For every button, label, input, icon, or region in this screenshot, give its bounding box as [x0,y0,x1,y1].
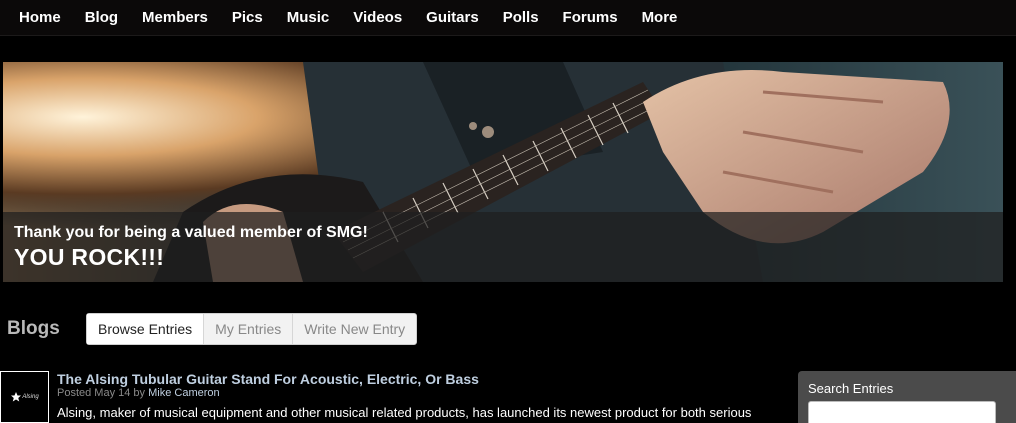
nav-forums[interactable]: Forums [563,0,618,36]
banner-caption: Thank you for being a valued member of S… [3,212,1003,282]
entry-thumbnail[interactable]: Alsing [0,371,49,423]
star-logo-icon [11,392,22,402]
entry-posted-text: Posted May 14 by [57,387,146,399]
nav-more[interactable]: More [642,0,678,36]
search-panel: Search Entries [798,371,1016,423]
nav-guitars[interactable]: Guitars [426,0,479,36]
nav-pics[interactable]: Pics [232,0,263,36]
tab-write-new-entry[interactable]: Write New Entry [292,314,416,344]
banner-you-rock-text: YOU ROCK!!! [14,244,165,270]
nav-home[interactable]: Home [19,0,61,36]
blog-tabs: Browse Entries My Entries Write New Entr… [86,313,418,345]
page-title: Blogs [7,318,60,339]
nav-music[interactable]: Music [287,0,330,36]
entry-excerpt: Alsing, maker of musical equipment and o… [57,405,752,420]
search-label: Search Entries [808,381,894,396]
search-input[interactable] [808,401,996,423]
hero-banner: Thank you for being a valued member of S… [3,62,1003,282]
thumbnail-logo-text: Alsing [22,394,39,400]
nav-videos[interactable]: Videos [353,0,402,36]
banner-thanks-text: Thank you for being a valued member of S… [14,224,368,241]
nav-polls[interactable]: Polls [503,0,539,36]
tab-my-entries[interactable]: My Entries [203,314,292,344]
top-nav: Home Blog Members Pics Music Videos Guit… [0,0,1016,36]
entry-author-link[interactable]: Mike Cameron [148,387,220,399]
entry-meta: Posted May 14 by Mike Cameron [57,387,220,399]
tab-browse-entries[interactable]: Browse Entries [87,314,204,344]
nav-blog[interactable]: Blog [85,0,118,36]
entry-title-link[interactable]: The Alsing Tubular Guitar Stand For Acou… [57,371,479,387]
nav-members[interactable]: Members [142,0,208,36]
